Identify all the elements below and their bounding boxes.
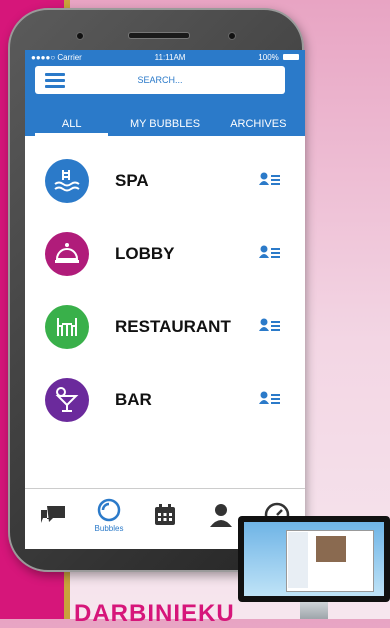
bell-icon — [45, 231, 89, 276]
speaker-grille — [128, 32, 190, 39]
sensor — [228, 32, 236, 40]
bubbles-icon — [97, 498, 121, 521]
spa-icon — [45, 158, 89, 203]
tab-all[interactable]: ALL — [25, 118, 118, 136]
tab-archives[interactable]: ARCHIVES — [212, 118, 305, 136]
nav-chat[interactable] — [33, 503, 73, 527]
nav-calendar[interactable] — [145, 503, 185, 527]
menu-icon[interactable] — [45, 70, 65, 91]
list-item-bar[interactable]: BAR — [25, 363, 305, 436]
front-camera — [76, 32, 84, 40]
nav-profile[interactable] — [201, 503, 241, 527]
user-icon — [210, 504, 232, 527]
app-screen: ●●●●○ Carrier 11:11AM 100% SEARCH... ALL… — [25, 50, 305, 549]
clock: 11:11AM — [154, 52, 186, 62]
battery-icon — [283, 54, 299, 61]
restaurant-icon — [45, 304, 89, 349]
nav-bubbles[interactable]: Bubbles — [89, 498, 129, 533]
members-icon[interactable] — [259, 391, 281, 410]
desktop-monitor-image — [238, 516, 390, 619]
search-input[interactable]: SEARCH... — [65, 75, 255, 85]
members-icon[interactable] — [259, 172, 281, 191]
list-item-lobby[interactable]: LOBBY — [25, 217, 305, 290]
battery-level: 100% — [258, 53, 299, 62]
list-item-spa[interactable]: SPA — [25, 144, 305, 217]
calendar-icon — [155, 504, 175, 525]
nav-bubbles-label: Bubbles — [94, 523, 124, 533]
list-item-restaurant[interactable]: RESTAURANT — [25, 290, 305, 363]
carrier-signal: ●●●●○ Carrier — [31, 52, 82, 62]
phone-frame: ●●●●○ Carrier 11:11AM 100% SEARCH... ALL… — [8, 8, 305, 572]
monitor-stand — [300, 602, 328, 619]
chat-icon — [41, 506, 65, 523]
tab-my-bubbles[interactable]: MY BUBBLES — [118, 118, 211, 136]
status-bar: ●●●●○ Carrier 11:11AM 100% — [25, 50, 305, 64]
search-bar[interactable]: SEARCH... — [35, 66, 285, 94]
bubble-list: SPA LOBBY RESTAURANT BAR — [25, 144, 305, 436]
members-icon[interactable] — [259, 318, 281, 337]
top-bar: SEARCH... — [25, 64, 305, 96]
monitor-screen — [244, 522, 384, 596]
tab-bar: ALL MY BUBBLES ARCHIVES — [25, 96, 305, 136]
headline-text: DARBINIEKU — [74, 600, 235, 627]
members-icon[interactable] — [259, 245, 281, 264]
cocktail-icon — [45, 377, 89, 422]
